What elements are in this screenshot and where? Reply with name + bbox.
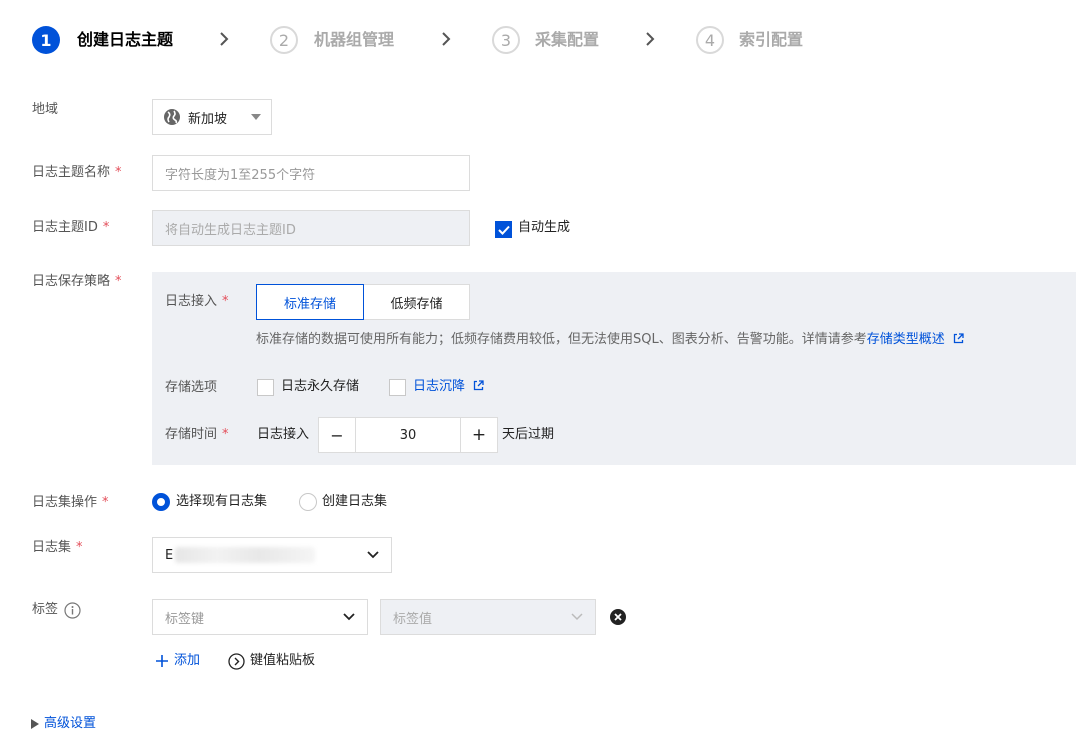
logset-select[interactable]: E xyxy=(152,537,392,573)
step-2-number: 2 xyxy=(270,26,298,54)
plus-icon xyxy=(156,655,168,667)
topic-id-input: 将自动生成日志主题ID xyxy=(152,210,470,246)
remove-tag-icon[interactable] xyxy=(610,609,626,625)
select-existing-label: 选择现有日志集 xyxy=(176,494,268,509)
step-1-label: 创建日志主题 xyxy=(77,30,174,49)
storage-options-label: 存储选项 xyxy=(165,380,218,395)
info-icon[interactable] xyxy=(64,601,81,619)
topic-id-placeholder: 将自动生成日志主题ID xyxy=(165,222,296,238)
kv-clipboard-button[interactable]: 键值粘贴板 xyxy=(228,652,315,670)
auto-generate-checkbox[interactable] xyxy=(495,221,512,238)
retention-label: 日志保存策略 * xyxy=(32,274,122,289)
tag-key-placeholder: 标签键 xyxy=(165,611,205,627)
permanent-storage-checkbox[interactable] xyxy=(257,379,274,396)
decrement-button[interactable]: − xyxy=(319,418,356,452)
globe-icon xyxy=(164,109,180,125)
standard-storage-option[interactable]: 标准存储 xyxy=(256,284,364,320)
log-sink-link[interactable]: 日志沉降 xyxy=(413,378,484,396)
check-icon xyxy=(497,225,510,235)
topic-name-input[interactable]: 字符长度为1至255个字符 xyxy=(152,155,470,191)
tags-label: 标签 xyxy=(32,601,81,619)
logset-value: E xyxy=(165,547,174,563)
redacted-logset-name xyxy=(175,547,316,563)
chevron-down-icon xyxy=(571,613,583,621)
storage-time-label: 存储时间 * xyxy=(165,427,229,442)
step-2-label: 机器组管理 xyxy=(314,30,395,49)
chevron-circle-icon xyxy=(228,652,245,670)
tag-key-select[interactable]: 标签键 xyxy=(152,599,368,635)
chevron-right-icon xyxy=(644,27,656,56)
low-freq-storage-option[interactable]: 低频存储 xyxy=(363,284,470,320)
chevron-down-icon xyxy=(343,613,355,621)
step-3-number: 3 xyxy=(492,26,520,54)
external-link-icon xyxy=(474,380,484,391)
advanced-settings-toggle[interactable]: 高级设置 xyxy=(31,715,96,733)
topic-name-label: 日志主题名称 * xyxy=(32,165,122,180)
create-logset-radio[interactable] xyxy=(299,493,317,511)
chevron-right-icon xyxy=(440,27,452,56)
step-3-label: 采集配置 xyxy=(535,30,600,49)
access-label: 日志接入 * xyxy=(165,294,229,309)
storage-types-link[interactable]: 存储类型概述 xyxy=(867,332,945,347)
create-logset-label: 创建日志集 xyxy=(322,494,388,509)
select-existing-radio[interactable] xyxy=(152,493,170,511)
chevron-right-icon xyxy=(218,27,230,56)
tag-value-placeholder: 标签值 xyxy=(393,611,433,627)
permanent-storage-label: 日志永久存储 xyxy=(281,379,360,394)
log-sink-checkbox[interactable] xyxy=(389,379,406,396)
region-value: 新加坡 xyxy=(188,111,228,127)
add-tag-button[interactable]: 添加 xyxy=(156,652,200,670)
region-select[interactable]: 新加坡 xyxy=(152,99,272,135)
chevron-down-icon xyxy=(367,551,379,559)
logset-label: 日志集 * xyxy=(32,540,83,555)
increment-button[interactable]: + xyxy=(460,418,497,452)
step-4-label: 索引配置 xyxy=(739,30,804,49)
step-4-number: 4 xyxy=(696,26,724,54)
step-1-number: 1 xyxy=(32,26,60,54)
region-label: 地域 xyxy=(32,102,59,117)
auto-generate-label: 自动生成 xyxy=(518,220,571,235)
topic-id-label: 日志主题ID * xyxy=(32,220,110,235)
storage-time-prefix: 日志接入 xyxy=(257,427,310,442)
caret-right-icon xyxy=(31,719,39,729)
topic-name-placeholder: 字符长度为1至255个字符 xyxy=(165,167,316,183)
days-value[interactable]: 30 xyxy=(356,418,460,452)
caret-down-icon xyxy=(251,114,261,120)
days-stepper[interactable]: − 30 + xyxy=(318,417,498,453)
storage-description: 标准存储的数据可使用所有能力；低频存储费用较低，但无法使用SQL、图表分析、告警… xyxy=(256,331,964,349)
tag-value-select: 标签值 xyxy=(380,599,596,635)
external-link-icon xyxy=(953,333,964,344)
logset-op-label: 日志集操作 * xyxy=(32,495,109,510)
storage-time-suffix: 天后过期 xyxy=(502,427,555,442)
